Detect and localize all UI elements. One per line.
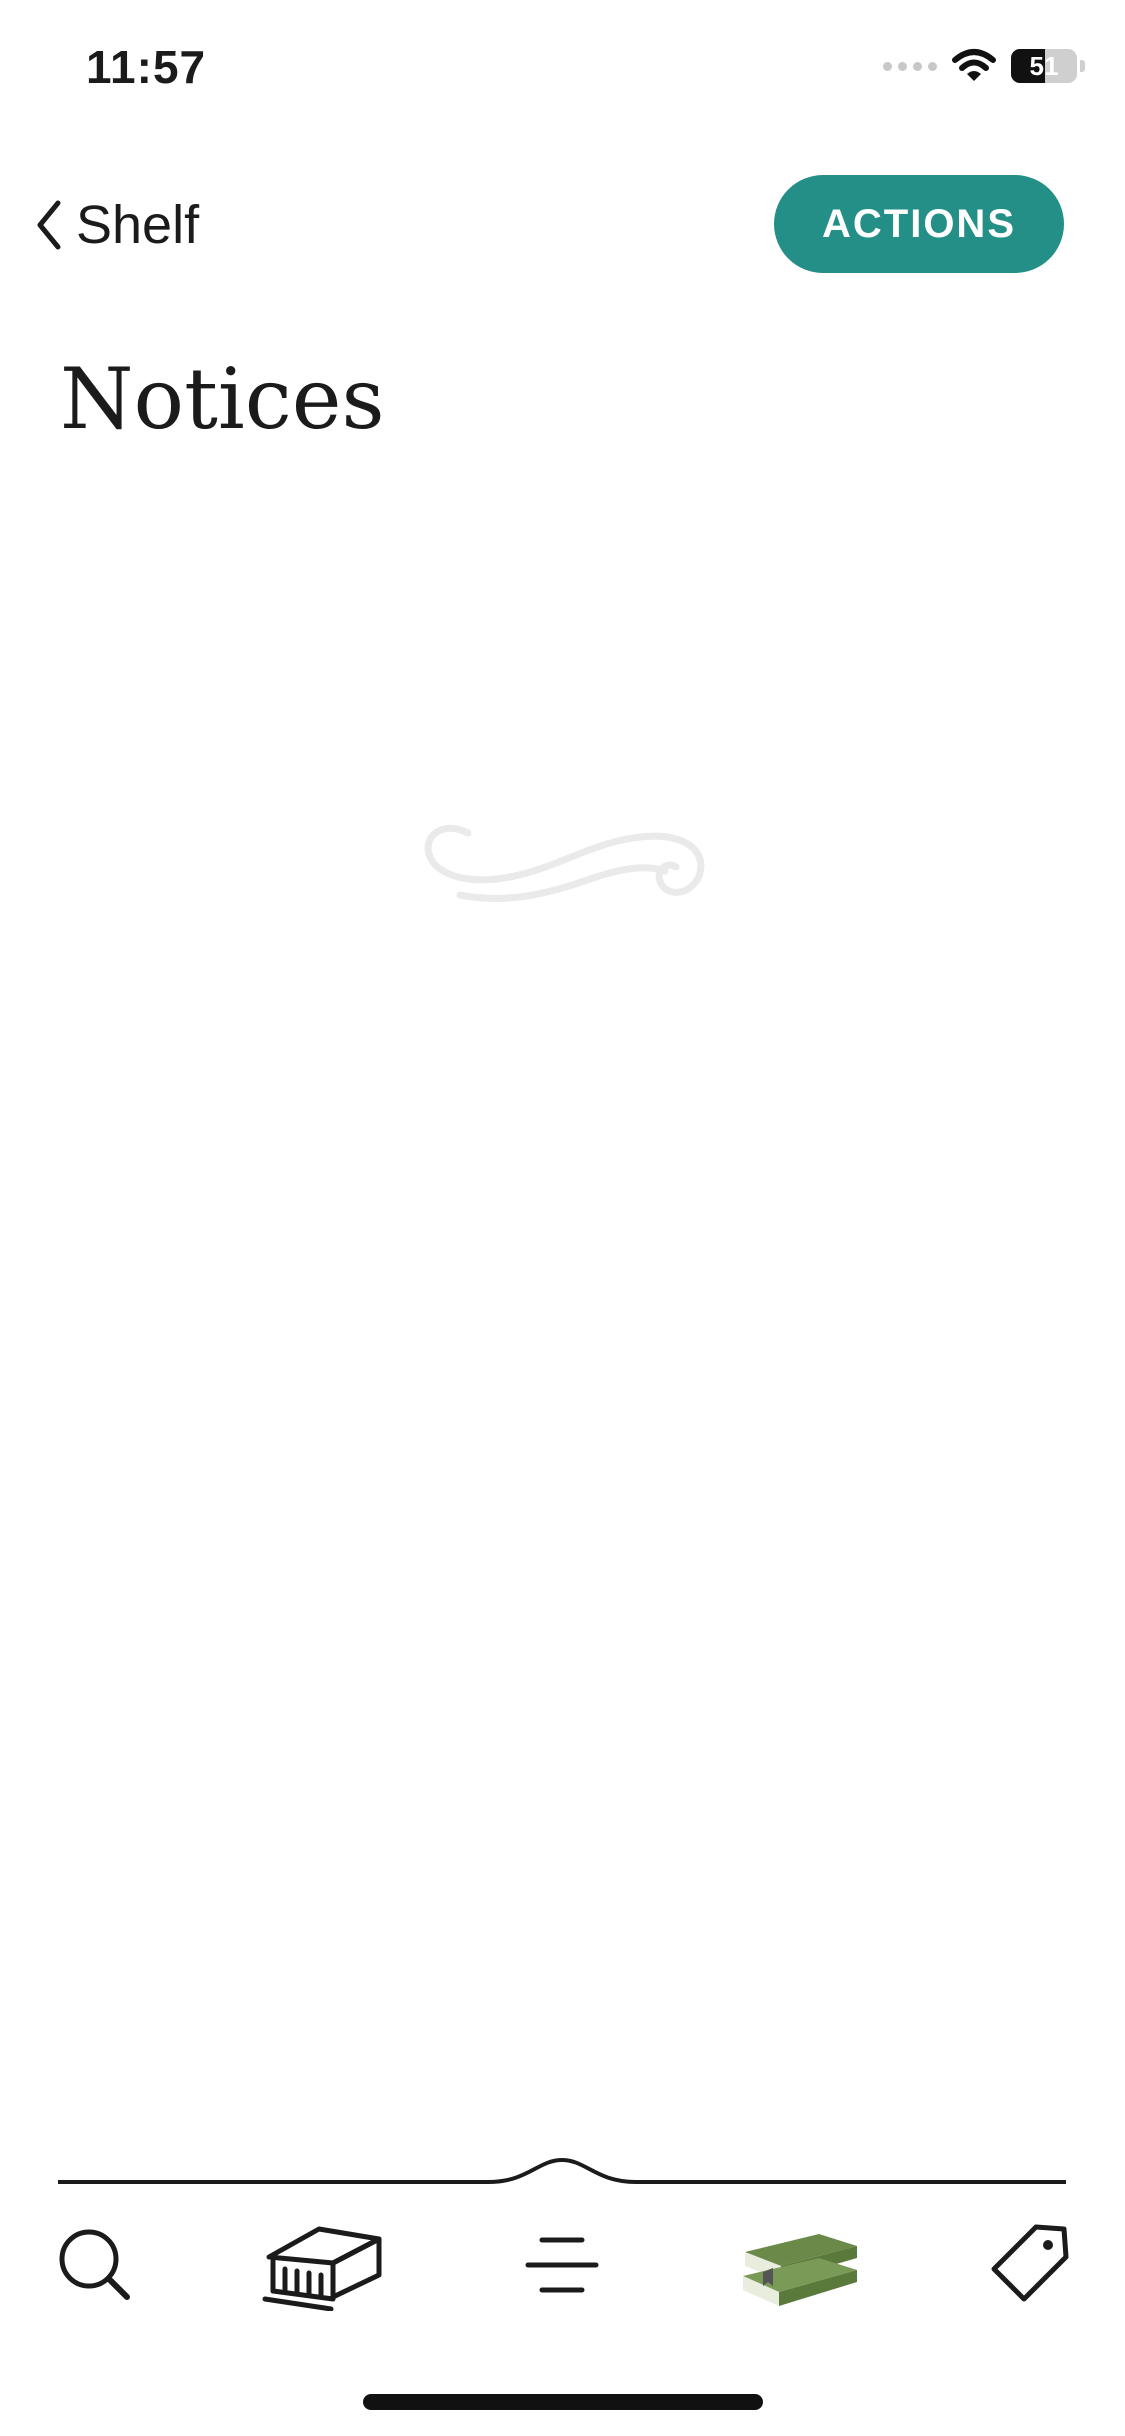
status-icons: 51 <box>883 48 1085 84</box>
status-bar: 11:57 51 <box>0 0 1125 140</box>
tab-bar <box>0 2210 1125 2320</box>
status-time: 11:57 <box>86 41 207 93</box>
home-indicator[interactable] <box>363 2394 763 2410</box>
cellular-signal-icon <box>883 61 937 71</box>
back-button-label: Shelf <box>76 195 200 255</box>
search-icon <box>59 2229 130 2300</box>
actions-button[interactable]: ACTIONS <box>774 175 1064 273</box>
battery-level: 51 <box>1029 50 1059 81</box>
battery-icon: 51 <box>1011 49 1077 83</box>
battery-cap <box>1080 60 1085 72</box>
tab-library[interactable] <box>258 2210 388 2320</box>
tab-menu[interactable] <box>497 2210 627 2320</box>
tab-bar-divider <box>58 2157 1066 2184</box>
chevron-left-icon <box>37 200 61 250</box>
bookshelf-books-icon <box>743 2234 857 2306</box>
tab-tags[interactable] <box>963 2210 1093 2320</box>
page-title: Notices <box>60 350 385 448</box>
library-building-icon <box>262 2226 382 2311</box>
tab-shelf[interactable] <box>735 2210 865 2320</box>
wifi-icon <box>952 49 996 81</box>
tag-icon <box>991 2224 1069 2302</box>
tab-search[interactable] <box>30 2210 160 2320</box>
empty-state-flourish-icon <box>424 824 705 902</box>
menu-icon <box>525 2237 599 2293</box>
back-button[interactable]: Shelf <box>36 190 199 260</box>
